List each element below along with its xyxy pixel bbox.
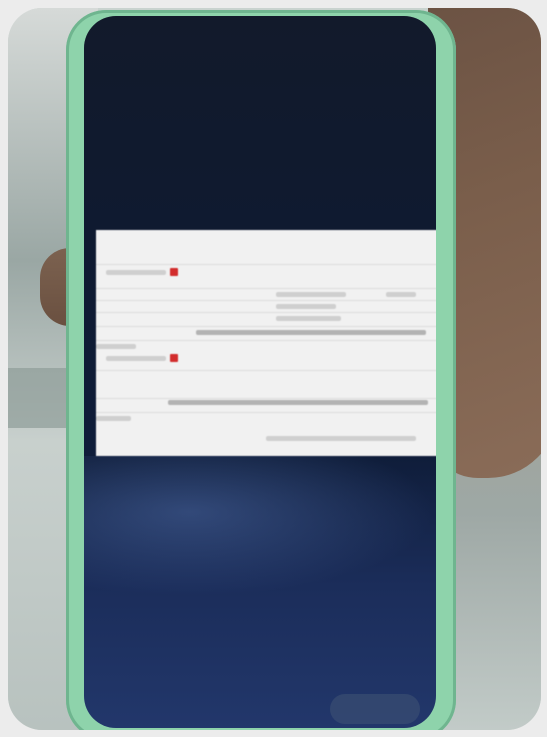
blurred-text xyxy=(276,316,341,321)
panel-divider xyxy=(96,312,436,313)
panel-divider xyxy=(96,412,436,413)
panel-divider xyxy=(96,340,436,341)
red-indicator xyxy=(170,268,178,276)
blurred-web-panel xyxy=(96,230,436,456)
blurred-text xyxy=(386,292,416,297)
blurred-text xyxy=(106,270,166,275)
phone-screen xyxy=(84,16,436,728)
panel-divider xyxy=(96,326,436,327)
blurred-text xyxy=(96,416,131,421)
blurred-input xyxy=(266,436,416,441)
panel-divider xyxy=(96,300,436,301)
panel-divider xyxy=(96,288,436,289)
blurred-text xyxy=(276,304,336,309)
panel-divider xyxy=(96,398,436,399)
phone-case xyxy=(66,10,456,730)
blurred-toolbar xyxy=(196,330,426,335)
gesture-bar xyxy=(330,694,420,724)
blurred-text xyxy=(106,356,166,361)
blurred-text xyxy=(276,292,346,297)
red-indicator xyxy=(170,354,178,362)
panel-divider xyxy=(96,264,436,265)
blurred-toolbar xyxy=(168,400,428,405)
blurred-text xyxy=(96,344,136,349)
screen-glare xyxy=(84,456,436,596)
panel-divider xyxy=(96,370,436,371)
photo-frame xyxy=(8,8,541,730)
